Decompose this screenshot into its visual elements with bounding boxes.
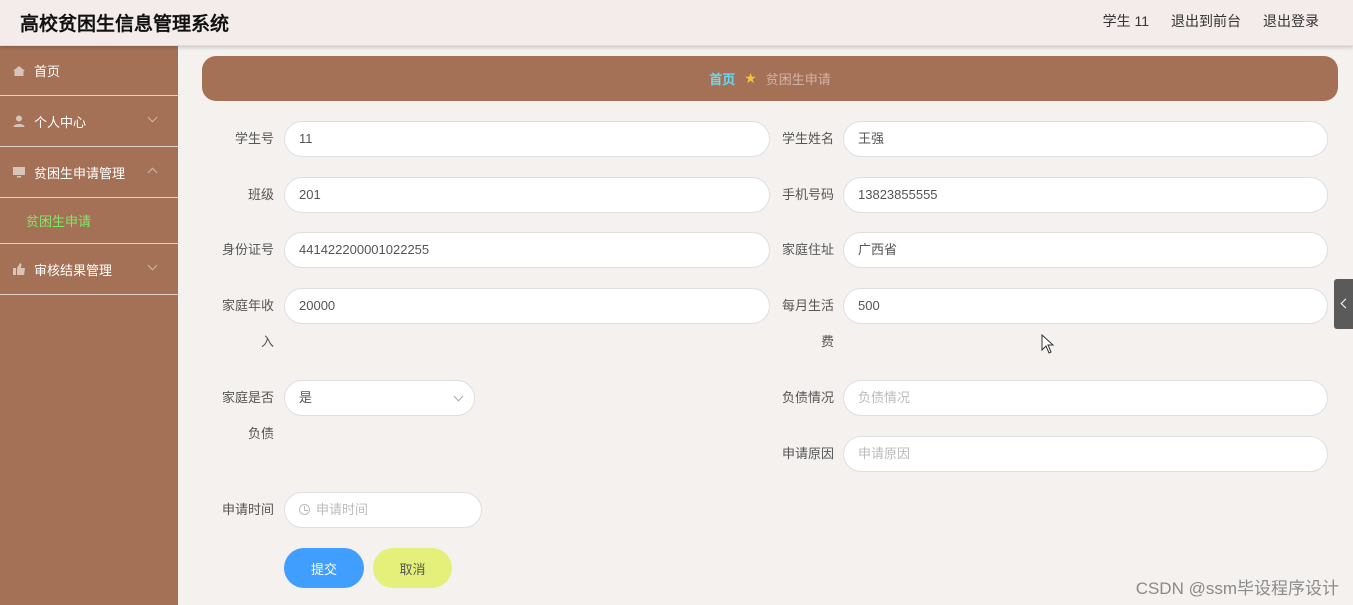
- sidebar-item-label: 首页: [34, 64, 61, 79]
- sidebar-item-personal[interactable]: 个人中心: [0, 96, 178, 147]
- clock-icon: [299, 504, 310, 515]
- sidebar-item-label: 审核结果管理: [34, 262, 113, 278]
- student-name-input[interactable]: 王强: [843, 121, 1328, 157]
- breadcrumb-home[interactable]: 首页: [709, 69, 735, 88]
- income-input[interactable]: 20000: [284, 288, 770, 324]
- sidebar-item-apply-manage[interactable]: 贫困生申请管理: [0, 147, 178, 198]
- collapse-panel-tab[interactable]: [1334, 279, 1353, 329]
- logout-link[interactable]: 退出登录: [1263, 11, 1319, 31]
- student-no-input[interactable]: 11: [284, 121, 770, 157]
- top-bar: 高校贫困生信息管理系统 学生 11 退出到前台 退出登录: [0, 0, 1353, 46]
- time-label: 申请时间: [221, 502, 274, 517]
- sidebar-subitem-apply[interactable]: 贫困生申请: [0, 198, 178, 244]
- sidebar-item-label: 贫困生申请管理: [34, 165, 126, 181]
- debt-select-value: 是: [299, 390, 313, 405]
- debt-label: 家庭是否: [221, 390, 274, 405]
- apply-form: 学生号 11 学生姓名 王强 班级 201 手机号码 13823855555 身…: [202, 110, 1338, 605]
- watermark: CSDN @ssm毕设程序设计: [1135, 579, 1339, 598]
- phone-input[interactable]: 13823855555: [843, 177, 1328, 213]
- student-no-label: 学生号: [234, 131, 274, 146]
- monitor-icon: [13, 167, 25, 178]
- chevron-down-icon: [147, 112, 158, 123]
- sidebar-item-home[interactable]: 首页: [0, 46, 178, 96]
- time-picker[interactable]: 申请时间: [284, 492, 482, 528]
- current-user: 学生 11: [1102, 13, 1149, 29]
- time-placeholder: 申请时间: [316, 502, 369, 517]
- income-label-cont: 入: [260, 334, 274, 349]
- sidebar-item-label: 个人中心: [34, 114, 87, 130]
- back-to-front-link[interactable]: 退出到前台: [1171, 11, 1241, 31]
- living-cost-label-cont: 费: [820, 334, 834, 349]
- living-cost-label: 每月生活: [781, 298, 834, 313]
- reason-input[interactable]: 申请原因: [843, 436, 1328, 472]
- income-label: 家庭年收: [221, 298, 274, 313]
- address-label: 家庭住址: [781, 242, 834, 257]
- breadcrumb-current: 贫困生申请: [765, 72, 831, 87]
- home-icon: [13, 65, 25, 76]
- reason-label: 申请原因: [781, 446, 834, 461]
- cancel-button[interactable]: 取消: [373, 548, 452, 588]
- sidebar: 首页 个人中心 贫困生申请管理 贫困生申请 审核结果管理: [0, 46, 178, 605]
- debt-label-cont: 负债: [247, 426, 274, 441]
- app-title: 高校贫困生信息管理系统: [20, 14, 230, 35]
- phone-label: 手机号码: [781, 187, 834, 202]
- mouse-cursor-icon: [1041, 334, 1055, 354]
- chevron-down-icon: [147, 260, 158, 271]
- class-input[interactable]: 201: [284, 177, 770, 213]
- id-label: 身份证号: [221, 242, 274, 257]
- chevron-down-icon: [453, 391, 464, 402]
- star-icon: ★: [744, 70, 757, 86]
- address-input[interactable]: 广西省: [843, 232, 1328, 268]
- breadcrumb: 首页 ★ 贫困生申请: [202, 56, 1338, 101]
- chevron-up-icon: [147, 167, 158, 178]
- id-input[interactable]: 441422200001022255: [284, 232, 770, 268]
- living-cost-input[interactable]: 500: [843, 288, 1328, 324]
- student-name-label: 学生姓名: [781, 131, 834, 146]
- sidebar-item-review-manage[interactable]: 审核结果管理: [0, 244, 178, 295]
- debt-status-label: 负债情况: [781, 390, 834, 405]
- class-label: 班级: [247, 187, 274, 202]
- top-links: 学生 11 退出到前台 退出登录: [1103, 11, 1319, 31]
- debt-status-input[interactable]: 负债情况: [843, 380, 1328, 416]
- debt-select[interactable]: 是: [284, 380, 475, 416]
- thumb-icon: [13, 263, 25, 275]
- submit-button[interactable]: 提交: [284, 548, 364, 588]
- user-icon: [13, 115, 25, 127]
